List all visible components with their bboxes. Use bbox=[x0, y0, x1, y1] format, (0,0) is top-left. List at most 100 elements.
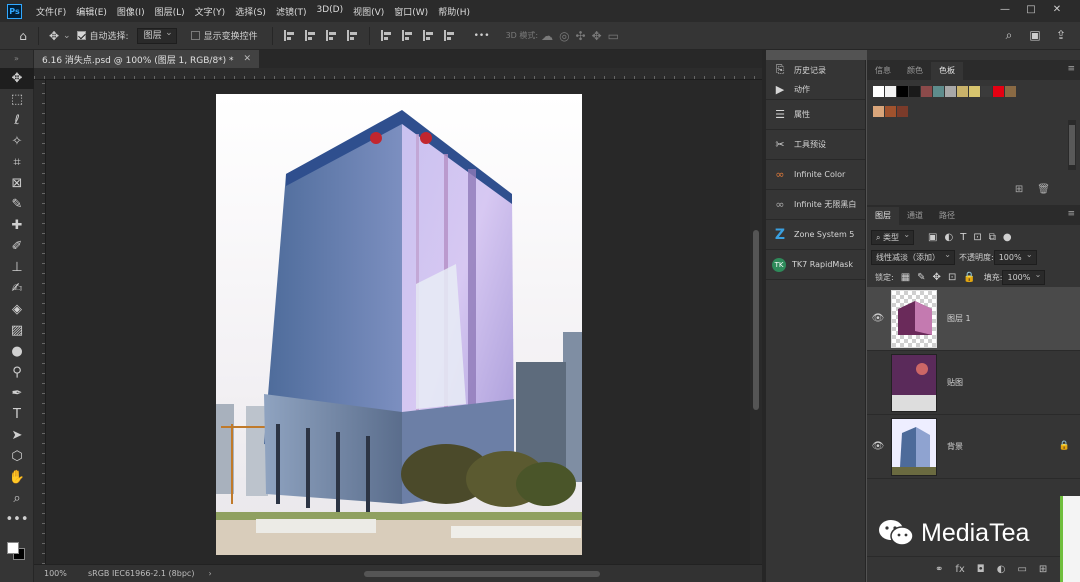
opacity-field[interactable]: 100% bbox=[993, 248, 1037, 265]
menu-type[interactable]: 文字(Y) bbox=[195, 5, 226, 18]
tab-color[interactable]: 颜色 bbox=[899, 62, 931, 80]
panel-menu-icon[interactable]: ≡ bbox=[1067, 64, 1074, 74]
color-swatches[interactable] bbox=[5, 538, 29, 570]
eyedropper-icon[interactable]: ✎ bbox=[0, 194, 34, 215]
fx-icon[interactable]: fx bbox=[955, 564, 964, 575]
swatch[interactable] bbox=[969, 86, 980, 97]
document-canvas[interactable] bbox=[216, 94, 582, 555]
auto-select-dropdown[interactable]: 图层 bbox=[136, 26, 177, 44]
menu-view[interactable]: 视图(V) bbox=[353, 5, 384, 18]
zoom-tool-icon[interactable]: ⌕ bbox=[0, 488, 34, 509]
eraser-tool-icon[interactable]: ◈ bbox=[0, 299, 34, 320]
more-options-icon[interactable]: ••• bbox=[474, 31, 490, 41]
swatch[interactable] bbox=[1005, 86, 1016, 97]
hand-tool-icon[interactable]: ✋ bbox=[0, 467, 34, 488]
workspace-icon[interactable]: ▣ bbox=[1026, 26, 1044, 44]
color-profile[interactable]: sRGB IEC61966-2.1 (8bpc) bbox=[88, 569, 194, 578]
swatch[interactable] bbox=[885, 106, 896, 117]
distribute-icon[interactable] bbox=[346, 30, 358, 41]
tab-layers[interactable]: 图层 bbox=[867, 207, 899, 225]
pen-tool-icon[interactable]: ✒ bbox=[0, 383, 34, 404]
align-right-icon[interactable] bbox=[325, 30, 337, 41]
swatch[interactable] bbox=[993, 86, 1004, 97]
scrollbar-thumb[interactable] bbox=[753, 230, 759, 410]
adjustment-icon[interactable]: ◐ bbox=[997, 564, 1006, 575]
home-icon[interactable]: ⌂ bbox=[14, 27, 32, 45]
align-left-icon[interactable] bbox=[283, 30, 295, 41]
blur-tool-icon[interactable]: ● bbox=[0, 341, 34, 362]
tab-channels[interactable]: 通道 bbox=[899, 207, 931, 225]
menu-select[interactable]: 选择(S) bbox=[235, 5, 266, 18]
vertical-scrollbar[interactable] bbox=[750, 80, 762, 564]
swatch[interactable] bbox=[909, 86, 920, 97]
filter-pixel-icon[interactable]: ▣ bbox=[928, 232, 937, 243]
swatches-scrollbar[interactable] bbox=[1068, 120, 1076, 170]
menu-window[interactable]: 窗口(W) bbox=[394, 5, 428, 18]
lasso-tool-icon[interactable]: ℓ bbox=[0, 110, 34, 131]
link-icon[interactable]: ⚭ bbox=[935, 564, 943, 575]
history-brush-icon[interactable]: ✍ bbox=[0, 278, 34, 299]
swatch[interactable] bbox=[981, 86, 992, 97]
fill-field[interactable]: 100% bbox=[1002, 268, 1046, 285]
3d-slide-icon[interactable]: ✥ bbox=[592, 29, 602, 43]
lock-position-icon[interactable]: ✥ bbox=[933, 272, 941, 283]
edit-toolbar-icon[interactable]: ••• bbox=[0, 509, 34, 530]
new-swatch-icon[interactable]: ⊞ bbox=[1015, 184, 1023, 195]
dock-tk7[interactable]: TK TK7 RapidMask bbox=[766, 250, 865, 280]
brush-tool-icon[interactable]: ✐ bbox=[0, 236, 34, 257]
lock-all-icon[interactable]: 🔒 bbox=[963, 272, 975, 283]
filter-shape-icon[interactable]: ⊡ bbox=[973, 232, 981, 243]
layer-row-layer1[interactable]: 👁 图层 1 bbox=[867, 287, 1080, 351]
mask-icon[interactable]: ◘ bbox=[977, 564, 985, 575]
lock-transparent-icon[interactable]: ▦ bbox=[901, 272, 910, 283]
auto-select-checkbox[interactable] bbox=[76, 31, 86, 40]
dock-infinite-bw[interactable]: ∞ Infinite 无限黑白 bbox=[766, 190, 865, 220]
document-tab[interactable]: 6.16 消失点.psd @ 100% (图层 1, RGB/8*) * ✕ bbox=[34, 50, 260, 68]
menu-3d[interactable]: 3D(D) bbox=[316, 5, 343, 18]
lock-pixels-icon[interactable]: ✎ bbox=[917, 272, 925, 283]
dodge-tool-icon[interactable]: ⚲ bbox=[0, 362, 34, 383]
foreground-color[interactable] bbox=[7, 542, 19, 554]
path-select-icon[interactable]: ➤ bbox=[0, 425, 34, 446]
dock-zone-system[interactable]: Z Zone System 5 bbox=[766, 220, 865, 250]
show-transform-checkbox[interactable] bbox=[190, 31, 200, 40]
filter-type-icon[interactable]: T bbox=[960, 232, 966, 243]
swatch[interactable] bbox=[897, 86, 908, 97]
filter-toggle-icon[interactable]: ● bbox=[1003, 232, 1012, 243]
dock-history[interactable]: ⎘ 历史记录 bbox=[766, 60, 865, 80]
visibility-eye-icon[interactable]: 👁 bbox=[867, 441, 889, 452]
swatch[interactable] bbox=[933, 86, 944, 97]
tab-paths[interactable]: 路径 bbox=[931, 207, 963, 225]
share-icon[interactable]: ⇪ bbox=[1052, 26, 1070, 44]
gradient-tool-icon[interactable]: ▨ bbox=[0, 320, 34, 341]
menu-file[interactable]: 文件(F) bbox=[36, 5, 66, 18]
marquee-tool-icon[interactable]: ⬚ bbox=[0, 89, 34, 110]
swatch[interactable] bbox=[885, 86, 896, 97]
shape-tool-icon[interactable]: ⬡ bbox=[0, 446, 34, 467]
visibility-eye-icon[interactable]: 👁 bbox=[867, 377, 889, 388]
align-center-icon[interactable] bbox=[304, 30, 316, 41]
layer-name[interactable]: 图层 1 bbox=[947, 313, 971, 324]
type-tool-icon[interactable]: T bbox=[0, 404, 34, 425]
3d-scale-icon[interactable]: ▭ bbox=[608, 29, 619, 43]
distribute-vertical-icon[interactable] bbox=[443, 30, 455, 41]
tab-info[interactable]: 信息 bbox=[867, 62, 899, 80]
crop-tool-icon[interactable]: ⌗ bbox=[0, 152, 34, 173]
move-tool-icon[interactable]: ✥ bbox=[0, 68, 34, 89]
menu-help[interactable]: 帮助(H) bbox=[438, 5, 470, 18]
delete-icon[interactable]: 🗑 bbox=[1037, 184, 1050, 195]
align-top-icon[interactable] bbox=[380, 30, 392, 41]
folder-icon[interactable]: ▭ bbox=[1017, 564, 1026, 575]
magic-wand-icon[interactable]: ✧ bbox=[0, 131, 34, 152]
search-icon[interactable]: ⌕ bbox=[1000, 26, 1018, 44]
layer-filter-dropdown[interactable]: ⌕ 类型 bbox=[871, 228, 915, 245]
chevron-down-icon[interactable]: ⌄ bbox=[63, 31, 71, 41]
new-layer-icon[interactable]: ⊞ bbox=[1039, 564, 1047, 575]
minimize-button[interactable]: — bbox=[992, 2, 1018, 18]
swatch[interactable] bbox=[957, 86, 968, 97]
filter-adjustment-icon[interactable]: ◐ bbox=[944, 232, 953, 243]
dock-infinite-color[interactable]: ∞ Infinite Color bbox=[766, 160, 865, 190]
menu-layer[interactable]: 图层(L) bbox=[155, 5, 185, 18]
close-icon[interactable]: ✕ bbox=[244, 54, 252, 64]
3d-orbit-icon[interactable]: ☁ bbox=[541, 29, 553, 43]
